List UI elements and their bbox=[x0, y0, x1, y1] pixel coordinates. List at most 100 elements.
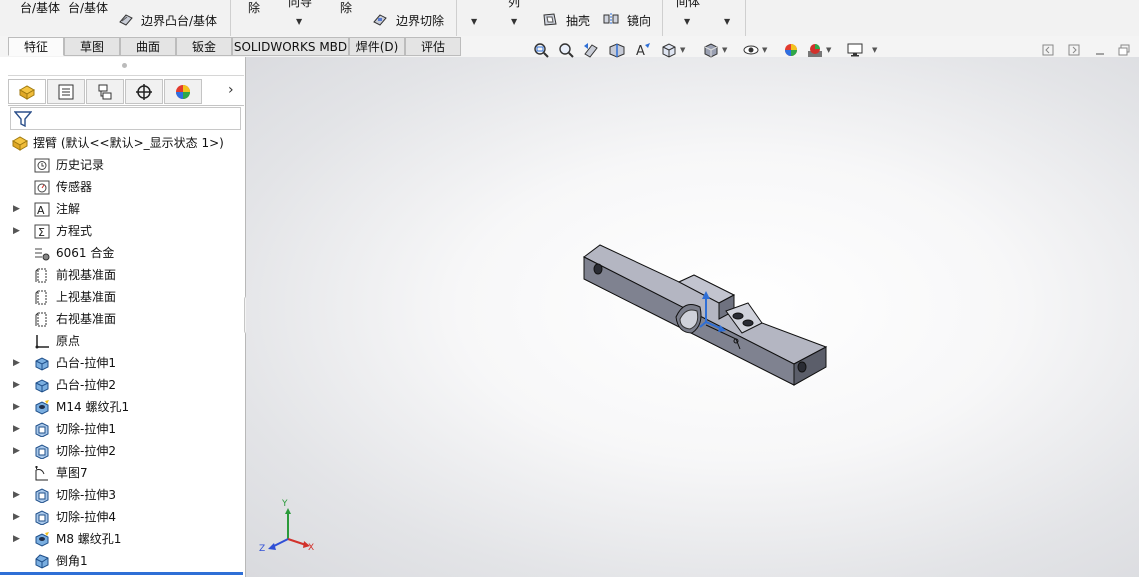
tab-sketch[interactable]: 草图 bbox=[64, 37, 120, 56]
triad-z-label: Z bbox=[259, 544, 266, 554]
plane-icon bbox=[34, 290, 50, 305]
expand-arrow-icon[interactable]: ▶ bbox=[13, 198, 23, 220]
hole-wizard-button-label[interactable]: 向导 bbox=[288, 0, 312, 10]
boundary-boss-button[interactable]: 边界凸台/基体 bbox=[141, 12, 217, 29]
chevron-down-icon[interactable]: ▼ bbox=[471, 17, 477, 26]
expand-arrow-icon[interactable]: ▶ bbox=[13, 352, 23, 374]
plane-icon bbox=[34, 268, 50, 283]
tree-item[interactable]: 6061 合金 bbox=[0, 242, 244, 264]
linear-pattern-button-label[interactable]: 列 bbox=[508, 0, 520, 10]
boss-base-button-label[interactable]: 台/基体 bbox=[20, 0, 60, 16]
tab-mbd[interactable]: SOLIDWORKS MBD bbox=[232, 37, 349, 56]
expand-arrow-icon[interactable]: ▶ bbox=[13, 396, 23, 418]
tab-display-manager[interactable] bbox=[164, 79, 202, 104]
expand-arrow-icon[interactable]: ▶ bbox=[13, 484, 23, 506]
chevron-down-icon[interactable]: ▼ bbox=[762, 46, 767, 54]
graphics-area[interactable]: A ▼ ▼ ▼ ▼ ▼ Y X Z bbox=[246, 43, 1139, 577]
expand-arrow-icon[interactable]: ▶ bbox=[13, 374, 23, 396]
revolved-cut-button-label[interactable]: 除 bbox=[340, 0, 352, 16]
restore-window-icon[interactable] bbox=[1042, 44, 1054, 56]
maximize-window-icon[interactable] bbox=[1118, 44, 1130, 56]
tree-item[interactable]: 右视基准面 bbox=[0, 308, 244, 330]
tree-rollback-bar[interactable] bbox=[0, 572, 243, 575]
body-button-label[interactable]: 间体 bbox=[676, 0, 700, 10]
tree-item[interactable]: ▶ M8 螺纹孔1 bbox=[0, 528, 244, 550]
chevron-down-icon[interactable]: ▼ bbox=[872, 46, 877, 54]
tree-item[interactable]: ▶ 凸台-拉伸2 bbox=[0, 374, 244, 396]
tab-feature-manager[interactable] bbox=[8, 79, 46, 104]
tree-item[interactable]: 原点 bbox=[0, 330, 244, 352]
tree-item[interactable]: ▶ A 注解 bbox=[0, 198, 244, 220]
tree-item-label: 倒角1 bbox=[56, 554, 88, 568]
dynamic-annotation-icon[interactable]: A bbox=[634, 42, 652, 58]
chevron-down-icon[interactable]: ▼ bbox=[680, 46, 685, 54]
display-style-icon[interactable] bbox=[702, 42, 720, 58]
chevron-down-icon[interactable]: ▼ bbox=[511, 17, 517, 26]
expand-arrow-icon[interactable]: ▶ bbox=[13, 506, 23, 528]
annotation-icon: A bbox=[34, 202, 50, 217]
zoom-to-fit-icon[interactable] bbox=[532, 42, 550, 58]
part-model[interactable] bbox=[576, 237, 836, 387]
tree-item-label: 切除-拉伸4 bbox=[56, 510, 116, 524]
chevron-down-icon[interactable]: ▼ bbox=[826, 46, 831, 54]
apply-scene-icon[interactable] bbox=[806, 42, 824, 58]
section-view-icon[interactable] bbox=[608, 42, 626, 58]
tree-item[interactable]: ▶ 凸台-拉伸1 bbox=[0, 352, 244, 374]
chevron-right-icon[interactable]: › bbox=[228, 82, 234, 98]
tab-property-manager[interactable] bbox=[47, 79, 85, 104]
edit-appearance-icon[interactable] bbox=[782, 42, 800, 58]
tree-item[interactable]: 草图7 bbox=[0, 462, 244, 484]
svg-text:A: A bbox=[37, 204, 45, 217]
triad-y-label: Y bbox=[282, 499, 288, 509]
tab-sheet-metal[interactable]: 钣金 bbox=[176, 37, 232, 56]
tab-surfaces[interactable]: 曲面 bbox=[120, 37, 176, 56]
shell-button[interactable]: 抽壳 bbox=[566, 12, 590, 29]
panel-splitter[interactable] bbox=[8, 59, 244, 76]
tab-features[interactable]: 特征 bbox=[8, 37, 64, 56]
tree-item[interactable]: 倒角1 bbox=[0, 550, 244, 572]
expand-arrow-icon[interactable]: ▶ bbox=[13, 528, 23, 550]
tree-item[interactable]: 前视基准面 bbox=[0, 264, 244, 286]
feature-filter-box[interactable] bbox=[10, 107, 241, 130]
history-icon bbox=[34, 158, 50, 173]
expand-arrow-icon[interactable]: ▶ bbox=[13, 418, 23, 440]
tree-item[interactable]: ▶ Σ 方程式 bbox=[0, 220, 244, 242]
revolve-boss-button-label[interactable]: 台/基体 bbox=[68, 0, 108, 16]
cut-extrude-icon bbox=[34, 422, 50, 438]
svg-text:Σ: Σ bbox=[38, 226, 45, 239]
extruded-cut-button-label[interactable]: 除 bbox=[248, 0, 260, 16]
boundary-cut-icon bbox=[373, 14, 387, 26]
view-orientation-icon[interactable] bbox=[660, 42, 678, 58]
previous-view-icon[interactable] bbox=[582, 42, 600, 58]
view-settings-icon[interactable] bbox=[846, 42, 864, 58]
expand-arrow-icon[interactable]: ▶ bbox=[13, 220, 23, 242]
tree-item[interactable]: ▶ 切除-拉伸3 bbox=[0, 484, 244, 506]
tree-item[interactable]: 上视基准面 bbox=[0, 286, 244, 308]
chevron-down-icon[interactable]: ▼ bbox=[684, 17, 690, 26]
reference-triad: Y X Z bbox=[258, 499, 318, 561]
panel-tabs: › bbox=[8, 79, 244, 106]
tab-weldments[interactable]: 焊件(D) bbox=[349, 37, 405, 56]
hide-show-items-icon[interactable] bbox=[742, 42, 760, 58]
filter-icon[interactable] bbox=[14, 111, 32, 127]
zoom-to-area-icon[interactable] bbox=[557, 42, 575, 58]
tree-item-label: M8 螺纹孔1 bbox=[56, 532, 122, 546]
tree-item[interactable]: 历史记录 bbox=[0, 154, 244, 176]
tree-item[interactable]: 传感器 bbox=[0, 176, 244, 198]
tile-window-icon[interactable] bbox=[1068, 44, 1080, 56]
tab-dimxpert-manager[interactable] bbox=[125, 79, 163, 104]
boundary-cut-button[interactable]: 边界切除 bbox=[396, 12, 444, 29]
mirror-button[interactable]: 镜向 bbox=[627, 12, 651, 29]
chevron-down-icon[interactable]: ▼ bbox=[724, 17, 730, 26]
tab-configuration-manager[interactable] bbox=[86, 79, 124, 104]
tab-evaluate[interactable]: 评估 bbox=[405, 37, 461, 56]
minimize-window-icon[interactable] bbox=[1094, 44, 1106, 56]
expand-arrow-icon[interactable]: ▶ bbox=[13, 440, 23, 462]
chevron-down-icon[interactable]: ▼ bbox=[722, 46, 727, 54]
chevron-down-icon[interactable]: ▼ bbox=[296, 17, 302, 26]
tree-item[interactable]: ▶ 切除-拉伸2 bbox=[0, 440, 244, 462]
tree-item[interactable]: ▶ M14 螺纹孔1 bbox=[0, 396, 244, 418]
tree-item[interactable]: ▶ 切除-拉伸4 bbox=[0, 506, 244, 528]
tree-item[interactable]: ▶ 切除-拉伸1 bbox=[0, 418, 244, 440]
tree-root-part[interactable]: 摆臂 (默认<<默认>_显示状态 1>) bbox=[0, 132, 244, 154]
